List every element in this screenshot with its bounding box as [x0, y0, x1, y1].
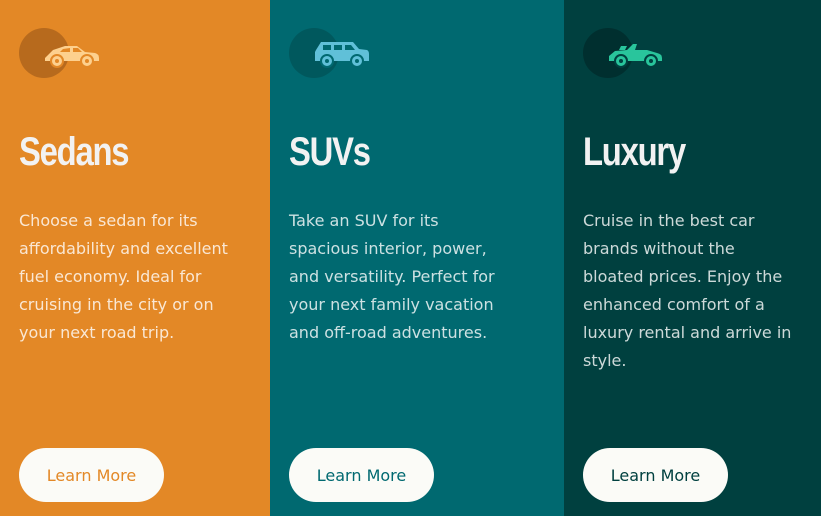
card-title: Sedans	[19, 130, 130, 174]
learn-more-button[interactable]: Learn More	[289, 448, 434, 502]
luxury-icon-wrapper	[583, 28, 665, 78]
car-category-cards: Sedans Choose a sedan for its affordabil…	[0, 0, 821, 516]
card-sedans: Sedans Choose a sedan for its affordabil…	[0, 0, 270, 516]
sedan-icon-wrapper	[19, 28, 101, 78]
card-suvs: SUVs Take an SUV for its spacious interi…	[270, 0, 564, 516]
suv-icon-wrapper	[289, 28, 371, 78]
card-title: Luxury	[583, 130, 686, 174]
luxury-car-icon	[609, 44, 662, 68]
card-description: Take an SUV for its spacious interior, p…	[289, 211, 495, 342]
learn-more-button[interactable]: Learn More	[583, 448, 728, 502]
learn-more-button[interactable]: Learn More	[19, 448, 164, 502]
suv-car-icon	[315, 42, 369, 68]
card-title: SUVs	[289, 130, 371, 174]
card-description: Cruise in the best car brands without th…	[583, 211, 792, 370]
sedan-car-icon	[45, 46, 99, 68]
card-description: Choose a sedan for its affordability and…	[19, 211, 228, 342]
card-luxury: Luxury Cruise in the best car brands wit…	[564, 0, 821, 516]
